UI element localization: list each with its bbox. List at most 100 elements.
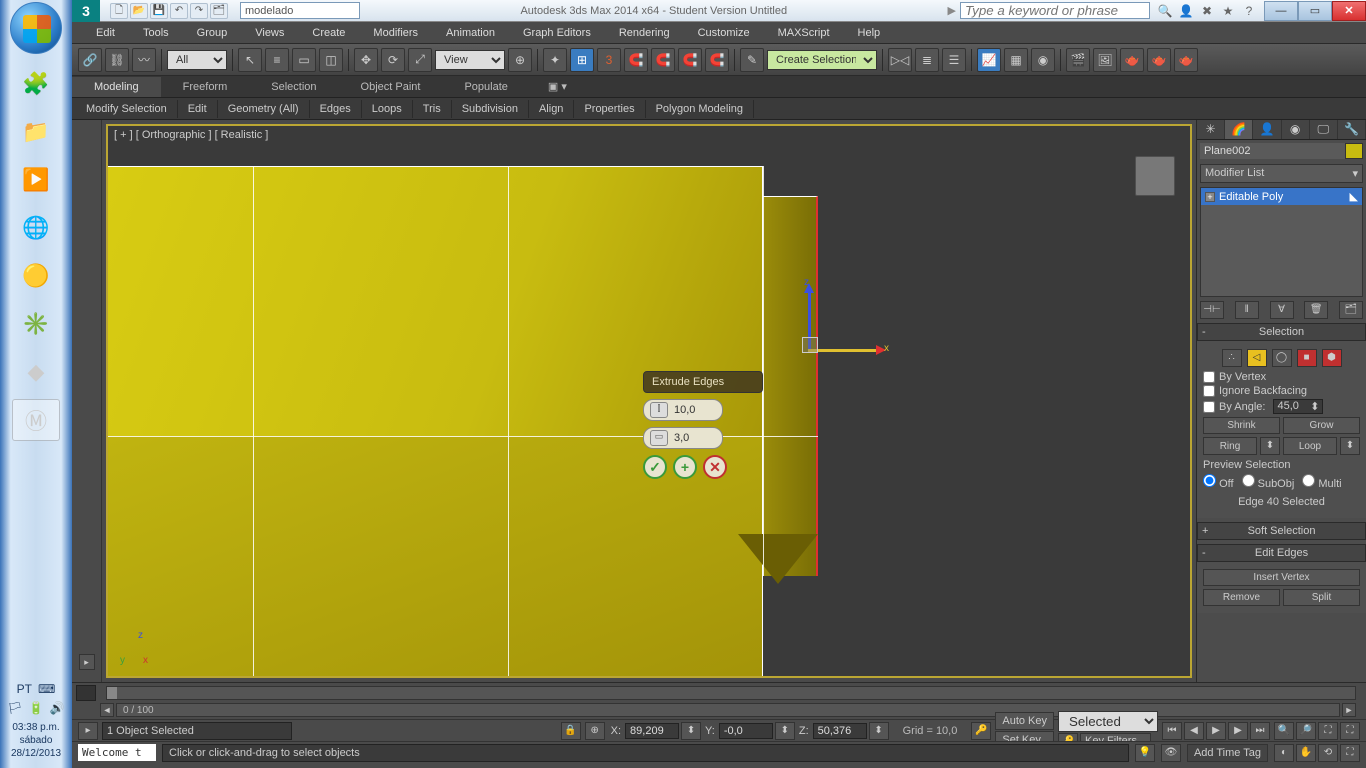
system-tray[interactable]: PT⌨ 🏳🔋🔊 03:38 p.m. sábado 28/12/2013 <box>7 678 64 768</box>
help-icon[interactable]: ? <box>1240 4 1258 18</box>
panel-properties[interactable]: Properties <box>574 100 645 118</box>
rollout-soft-selection-header[interactable]: +Soft Selection <box>1197 522 1366 540</box>
menu-tools[interactable]: Tools <box>129 24 183 42</box>
trackbar[interactable]: ◄ 0 / 100 ► <box>100 703 1356 717</box>
nav-zoom-all-icon[interactable]: 🔎 <box>1296 722 1316 740</box>
caddy-apply-button[interactable]: + <box>673 455 697 479</box>
nav-orbit-icon[interactable]: ⟲ <box>1318 744 1338 762</box>
taskbar-chrome-icon[interactable]: 🟡 <box>12 255 60 297</box>
panel-geometry[interactable]: Geometry (All) <box>218 100 310 118</box>
curve-editor-icon[interactable]: 📈 <box>977 48 1001 72</box>
percent-snap-icon[interactable]: 🧲 <box>624 48 648 72</box>
preview-subobj-radio[interactable]: SubObj <box>1242 474 1295 490</box>
menu-edit[interactable]: Edit <box>82 24 129 42</box>
by-angle-spinner[interactable]: 45,0⬍ <box>1273 399 1323 414</box>
coord-x-spinner[interactable]: ⬍ <box>681 722 701 740</box>
rollout-edit-edges-header[interactable]: -Edit Edges <box>1197 544 1366 562</box>
qat-open-icon[interactable]: 📂 <box>130 3 148 19</box>
subobj-edge-icon[interactable]: ◁ <box>1247 349 1267 367</box>
angle-snap-icon[interactable]: 3 <box>597 48 621 72</box>
subobj-border-icon[interactable]: ◯ <box>1272 349 1292 367</box>
pivot-icon[interactable]: ⊕ <box>508 48 532 72</box>
render-setup-icon[interactable]: 🎬 <box>1066 48 1090 72</box>
viewcube[interactable] <box>1135 156 1175 196</box>
snap-toggle-icon[interactable]: ⊞ <box>570 48 594 72</box>
caddy-height-spinner[interactable]: ⫿ 10,0 <box>643 399 723 421</box>
loop-spinner[interactable]: ⬍ <box>1340 437 1360 455</box>
ring-button[interactable]: Ring <box>1203 437 1257 455</box>
selection-lock-icon[interactable]: 👁 <box>1161 744 1181 762</box>
select-icon[interactable]: ↖ <box>238 48 262 72</box>
panel-edit[interactable]: Edit <box>178 100 218 118</box>
taskbar-vs-icon[interactable]: ✳️ <box>12 303 60 345</box>
tray-battery-icon[interactable]: 🔋 <box>29 701 44 717</box>
coord-z-spinner[interactable]: ⬍ <box>869 722 889 740</box>
lock-selection-icon[interactable]: 🔒 <box>561 722 581 740</box>
menu-modifiers[interactable]: Modifiers <box>359 24 432 42</box>
panel-subdivision[interactable]: Subdivision <box>452 100 529 118</box>
taskbar-3dsmax-icon[interactable]: Ⓜ <box>12 399 60 441</box>
tab-motion-icon[interactable]: ◉ <box>1282 120 1310 139</box>
maxscript-mini-listener-icon[interactable]: ▸ <box>78 722 98 740</box>
panel-polygon-modeling[interactable]: Polygon Modeling <box>646 100 754 118</box>
unlink-icon[interactable]: ⛓ <box>105 48 129 72</box>
menu-maxscript[interactable]: MAXScript <box>764 24 844 42</box>
panel-modify-selection[interactable]: Modify Selection <box>76 100 178 118</box>
tray-flag-icon[interactable]: 🏳 <box>7 701 22 717</box>
gizmo-plane-handle[interactable] <box>802 337 818 353</box>
ignore-backfacing-checkbox[interactable] <box>1203 385 1215 397</box>
select-name-icon[interactable]: ≡ <box>265 48 289 72</box>
menu-graph-editors[interactable]: Graph Editors <box>509 24 605 42</box>
remove-mod-icon[interactable]: 🗑 <box>1304 301 1328 319</box>
time-slider-track[interactable] <box>106 686 1356 700</box>
taskbar-icon[interactable]: 🧩 <box>12 63 60 105</box>
material-editor-icon[interactable]: ◉ <box>1031 48 1055 72</box>
qat-project-icon[interactable]: 🗂 <box>210 3 228 19</box>
render-iter-icon[interactable]: 🫖 <box>1174 48 1198 72</box>
nav-zoom-extents-icon[interactable]: ⛶ <box>1318 722 1338 740</box>
caddy-height-value[interactable]: 10,0 <box>674 404 695 416</box>
subobj-vertex-icon[interactable]: ∴ <box>1222 349 1242 367</box>
start-button[interactable] <box>10 2 62 54</box>
close-button[interactable]: ✕ <box>1332 1 1366 21</box>
loop-button[interactable]: Loop <box>1283 437 1337 455</box>
tab-modeling[interactable]: Modeling <box>72 77 161 97</box>
selection-filter-dropdown[interactable]: All <box>167 50 227 70</box>
remove-button[interactable]: Remove <box>1203 589 1280 606</box>
qat-undo-icon[interactable]: ↶ <box>170 3 188 19</box>
make-unique-icon[interactable]: ∀ <box>1270 301 1294 319</box>
tab-modify-icon[interactable]: 🌈 <box>1225 120 1253 139</box>
layers-icon[interactable]: ☰ <box>942 48 966 72</box>
named-selection-dropdown[interactable]: Create Selection Se <box>767 50 877 70</box>
favorites-icon[interactable]: ★ <box>1219 4 1237 18</box>
tray-volume-icon[interactable]: 🔊 <box>50 701 65 717</box>
coord-x-field[interactable]: 89,209 <box>625 723 679 739</box>
menu-animation[interactable]: Animation <box>432 24 509 42</box>
split-button[interactable]: Split <box>1283 589 1360 606</box>
by-vertex-checkbox[interactable] <box>1203 371 1215 383</box>
qat-save-icon[interactable]: 💾 <box>150 3 168 19</box>
time-slider-handle[interactable] <box>76 685 96 701</box>
subobj-polygon-icon[interactable]: ■ <box>1297 349 1317 367</box>
insert-vertex-button[interactable]: Insert Vertex <box>1203 569 1360 586</box>
qat-redo-icon[interactable]: ↷ <box>190 3 208 19</box>
snap-5-icon[interactable]: 🧲 <box>705 48 729 72</box>
auto-key-button[interactable]: Auto Key <box>995 712 1054 730</box>
menu-views[interactable]: Views <box>241 24 298 42</box>
nav-pan-icon[interactable]: ✋ <box>1296 744 1316 762</box>
prev-frame-icon[interactable]: ◀ <box>1184 722 1204 740</box>
taskbar-ie-icon[interactable]: 🌐 <box>12 207 60 249</box>
taskbar-explorer-icon[interactable]: 📁 <box>12 111 60 153</box>
object-color-swatch[interactable] <box>1345 143 1363 159</box>
spinner-snap-icon[interactable]: 🧲 <box>651 48 675 72</box>
panel-align[interactable]: Align <box>529 100 574 118</box>
key-filter-dropdown[interactable]: Selected <box>1058 711 1158 732</box>
nav-zoom-extents-all-icon[interactable]: ⛶ <box>1340 722 1360 740</box>
caddy-width-spinner[interactable]: ▭ 3,0 <box>643 427 723 449</box>
menu-help[interactable]: Help <box>844 24 895 42</box>
goto-start-icon[interactable]: ⏮ <box>1162 722 1182 740</box>
coord-y-spinner[interactable]: ⬍ <box>775 722 795 740</box>
subobj-element-icon[interactable]: ⬢ <box>1322 349 1342 367</box>
modifier-stack[interactable]: + Editable Poly ◣ <box>1200 187 1363 297</box>
move-icon[interactable]: ✥ <box>354 48 378 72</box>
